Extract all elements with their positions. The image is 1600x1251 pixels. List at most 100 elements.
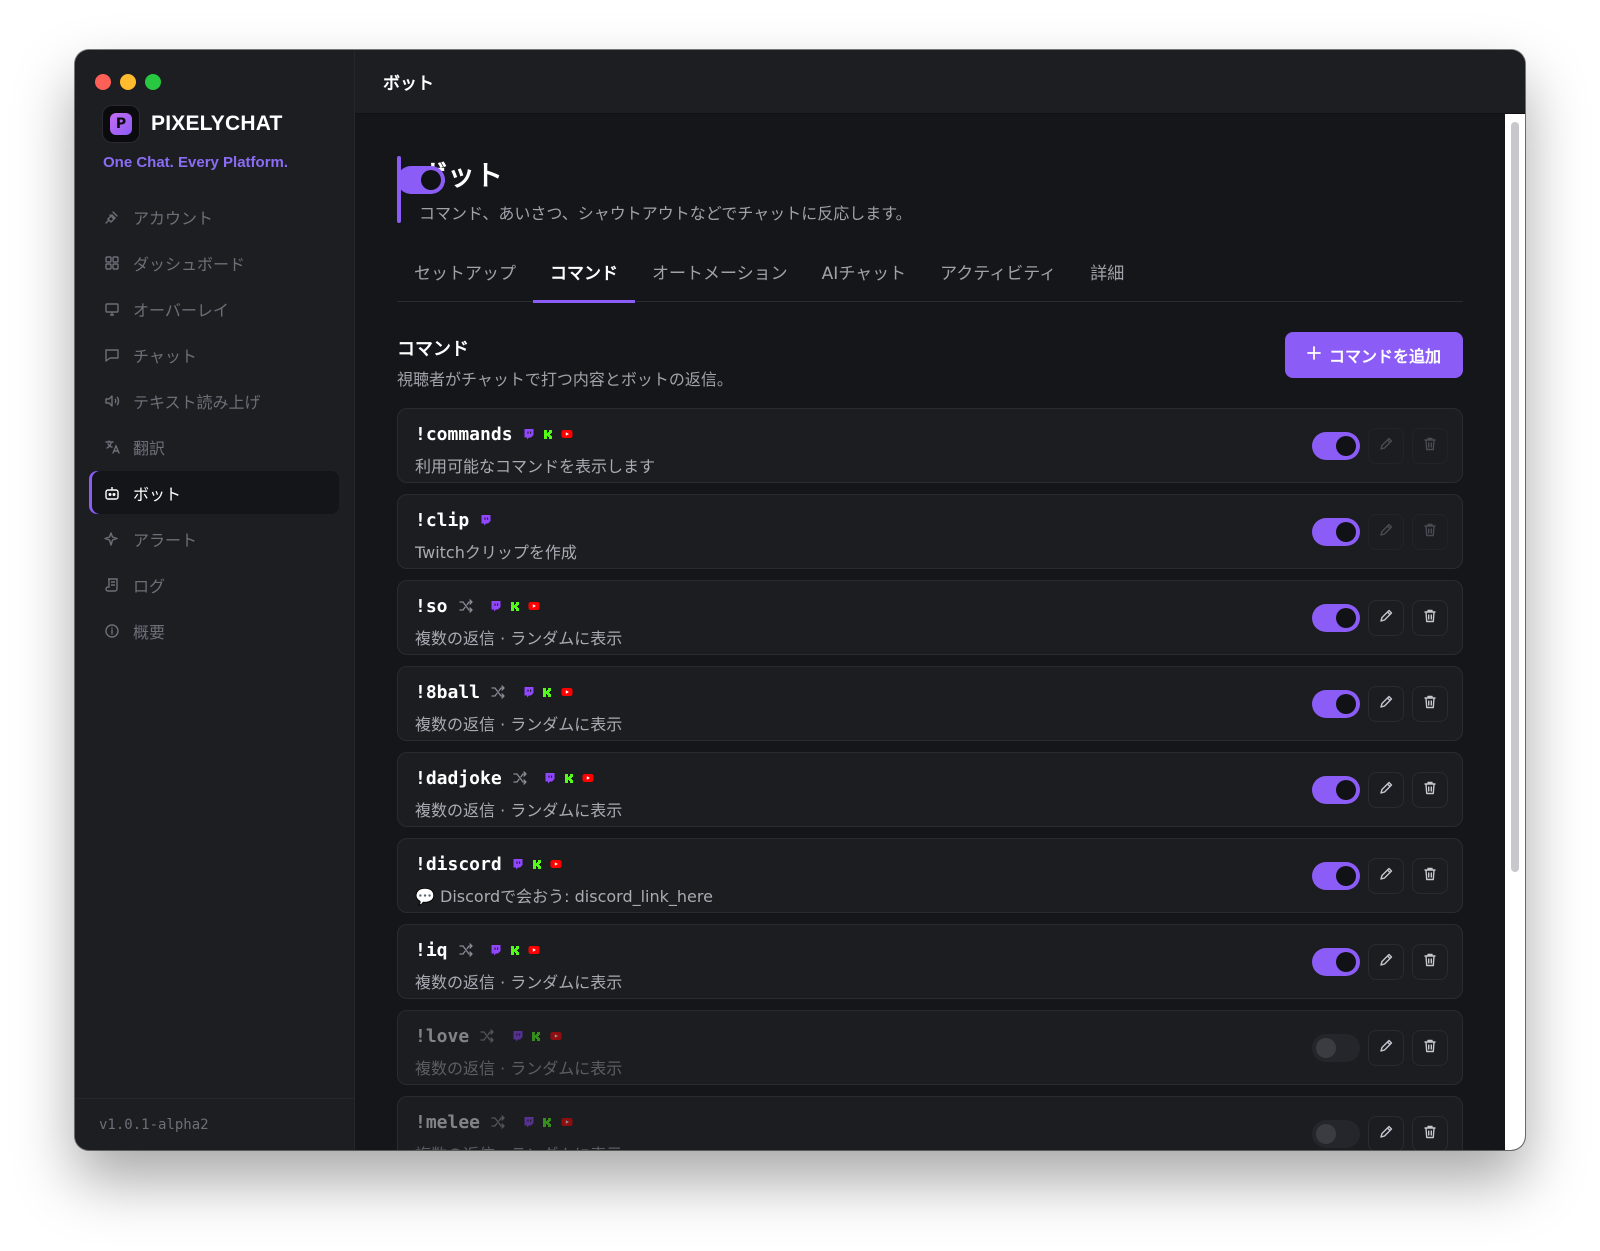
tab-3[interactable]: AIチャット <box>805 242 923 302</box>
minimize-window-button[interactable] <box>120 74 136 90</box>
youtube-icon <box>561 428 574 441</box>
command-row[interactable]: !love 複数の返信 · ランダムに表示 <box>397 1010 1463 1085</box>
command-enabled-toggle[interactable] <box>1312 518 1360 546</box>
window-controls <box>95 74 161 90</box>
command-response: 💬 Discordで会おう: discord_link_here <box>415 887 713 906</box>
twitch-icon <box>512 858 525 871</box>
command-row[interactable]: !commands 利用可能なコマンドを表示します <box>397 408 1463 483</box>
content-scroll[interactable]: ボット コマンド、あいさつ、シャウトアウトなどでチャットに反応します。 セットア… <box>355 114 1505 1150</box>
command-row[interactable]: !8ball 複数の返信 · ランダムに表示 <box>397 666 1463 741</box>
edit-command-button[interactable] <box>1368 428 1404 464</box>
page-subtitle: コマンド、あいさつ、シャウトアウトなどでチャットに反応します。 <box>419 204 912 223</box>
plus-icon <box>1307 345 1321 365</box>
twitch-icon <box>523 428 536 441</box>
command-header: !melee <box>415 1111 1462 1133</box>
command-header: !dadjoke <box>415 767 1462 789</box>
delete-command-button[interactable] <box>1412 772 1448 808</box>
command-row[interactable]: !melee 複数の返信 · ランダムに表示 <box>397 1096 1463 1150</box>
command-row[interactable]: !iq 複数の返信 · ランダムに表示 <box>397 924 1463 999</box>
scrollbar-thumb[interactable] <box>1511 122 1519 872</box>
close-window-button[interactable] <box>95 74 111 90</box>
edit-command-button[interactable] <box>1368 686 1404 722</box>
delete-command-button[interactable] <box>1412 858 1448 894</box>
pencil-icon <box>1378 436 1394 456</box>
delete-command-button[interactable] <box>1412 944 1448 980</box>
command-row[interactable]: !so 複数の返信 · ランダムに表示 <box>397 580 1463 655</box>
sidebar-item-chat-bubble[interactable]: チャット <box>89 333 339 376</box>
command-enabled-toggle[interactable] <box>1312 862 1360 890</box>
sidebar-item-label: 概要 <box>133 622 166 642</box>
command-row[interactable]: !discord 💬 Discordで会おう: discord_link_here <box>397 838 1463 913</box>
command-enabled-toggle[interactable] <box>1312 604 1360 632</box>
add-command-button[interactable]: コマンドを追加 <box>1285 332 1463 378</box>
delete-command-button[interactable] <box>1412 1030 1448 1066</box>
sidebar-item-bot[interactable]: ボット <box>89 471 339 514</box>
command-list: !commands 利用可能なコマンドを表示します !clip Twitchクリップを… <box>397 408 1463 1150</box>
commands-section-header: コマンド 視聴者がチャットで打つ内容とボットの返信。 コマンドを追加 <box>397 302 1463 408</box>
sidebar-item-sparkle[interactable]: アラート <box>89 517 339 560</box>
edit-command-button[interactable] <box>1368 944 1404 980</box>
edit-command-button[interactable] <box>1368 514 1404 550</box>
tab-5[interactable]: 詳細 <box>1073 242 1141 302</box>
kick-icon <box>542 428 555 441</box>
command-enabled-toggle[interactable] <box>1312 948 1360 976</box>
command-enabled-toggle[interactable] <box>1312 1120 1360 1148</box>
sidebar-item-translate[interactable]: 翻訳 <box>89 425 339 468</box>
shuffle-icon <box>458 598 474 614</box>
command-row[interactable]: !clip Twitchクリップを作成 <box>397 494 1463 569</box>
chat-bubble-icon <box>103 346 121 364</box>
edit-command-button[interactable] <box>1368 1030 1404 1066</box>
bot-enabled-toggle[interactable] <box>397 166 445 194</box>
platform-icons <box>490 944 541 957</box>
zoom-window-button[interactable] <box>145 74 161 90</box>
edit-command-button[interactable] <box>1368 772 1404 808</box>
command-response: 複数の返信 · ランダムに表示 <box>415 629 623 648</box>
sparkle-icon <box>103 530 121 548</box>
youtube-icon <box>550 858 563 871</box>
edit-command-button[interactable] <box>1368 1116 1404 1150</box>
sidebar-item-plug[interactable]: アカウント <box>89 195 339 238</box>
sidebar-item-scroll[interactable]: ログ <box>89 563 339 606</box>
tab-1[interactable]: コマンド <box>533 242 635 303</box>
command-response: 複数の返信 · ランダムに表示 <box>415 973 623 992</box>
tab-bar: セットアップ コマンド オートメーション AIチャット アクティビティ 詳細 <box>397 242 1463 303</box>
delete-command-button[interactable] <box>1412 428 1448 464</box>
delete-command-button[interactable] <box>1412 1116 1448 1150</box>
command-enabled-toggle[interactable] <box>1312 776 1360 804</box>
sidebar-item-grid[interactable]: ダッシュボード <box>89 241 339 284</box>
bot-icon <box>103 484 121 502</box>
delete-command-button[interactable] <box>1412 514 1448 550</box>
command-enabled-toggle[interactable] <box>1312 690 1360 718</box>
delete-command-button[interactable] <box>1412 686 1448 722</box>
command-row[interactable]: !dadjoke 複数の返信 · ランダムに表示 <box>397 752 1463 827</box>
app-version: v1.0.1-alpha2 <box>75 1098 354 1150</box>
command-enabled-toggle[interactable] <box>1312 432 1360 460</box>
pencil-icon <box>1378 952 1394 972</box>
edit-command-button[interactable] <box>1368 600 1404 636</box>
app-name: PIXELYCHAT <box>151 112 283 135</box>
youtube-icon <box>549 1030 562 1043</box>
kick-icon <box>563 772 576 785</box>
youtube-icon <box>528 600 541 613</box>
tab-0[interactable]: セットアップ <box>397 242 533 302</box>
tab-4[interactable]: アクティビティ <box>923 242 1073 302</box>
pencil-icon <box>1378 694 1394 714</box>
platform-icons <box>512 858 563 871</box>
sidebar-item-info[interactable]: 概要 <box>89 609 339 652</box>
monitor-icon <box>103 300 121 318</box>
tab-2[interactable]: オートメーション <box>635 242 805 302</box>
app-window: P PIXELYCHAT One Chat. Every Platform. ア… <box>75 50 1525 1150</box>
main-area: ボット ボット コマンド、あいさつ、シャウトアウトなどでチャットに反応します。 … <box>355 50 1525 1150</box>
command-actions <box>1312 1030 1448 1066</box>
sidebar: P PIXELYCHAT One Chat. Every Platform. ア… <box>75 50 355 1150</box>
command-enabled-toggle[interactable] <box>1312 1034 1360 1062</box>
command-name: !commands <box>415 423 513 445</box>
edit-command-button[interactable] <box>1368 858 1404 894</box>
sidebar-item-speaker[interactable]: テキスト読み上げ <box>89 379 339 422</box>
app-logo: P <box>103 106 139 142</box>
topbar: ボット <box>355 50 1525 114</box>
delete-command-button[interactable] <box>1412 600 1448 636</box>
command-header: !love <box>415 1025 1462 1047</box>
scrollbar[interactable] <box>1505 114 1525 1150</box>
sidebar-item-monitor[interactable]: オーバーレイ <box>89 287 339 330</box>
